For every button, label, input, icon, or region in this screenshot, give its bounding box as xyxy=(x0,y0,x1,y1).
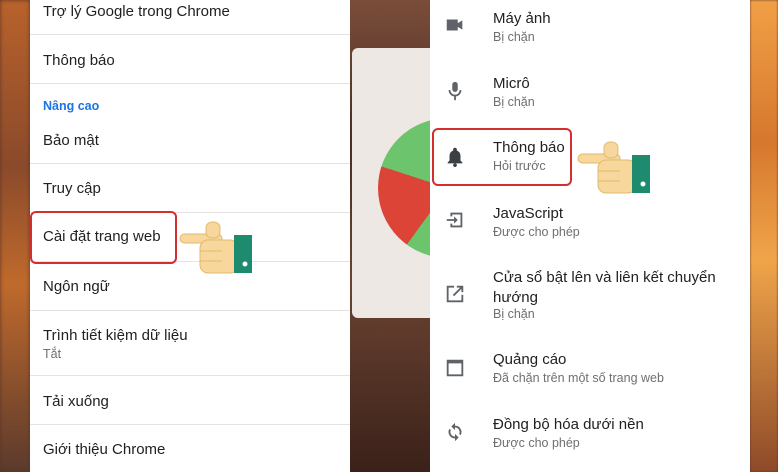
site-setting-label: Máy ảnh xyxy=(493,10,551,27)
site-settings-panel: Máy ảnh Bị chặn Micrô Bị chặn Thông báo … xyxy=(430,0,750,472)
pointing-hand-icon xyxy=(577,141,650,194)
camera-icon xyxy=(446,19,463,31)
settings-item-label: Tải xuống xyxy=(43,393,109,410)
site-setting-label: Micrô xyxy=(493,75,530,92)
settings-item-data-saver[interactable]: Trình tiết kiệm dữ liệu Tắt xyxy=(30,311,350,375)
site-setting-status: Bị chặn xyxy=(493,30,535,44)
section-header-advanced: Nâng cao xyxy=(43,99,100,113)
settings-item-label: Bảo mật xyxy=(43,132,99,149)
settings-item-status: Tắt xyxy=(43,347,62,361)
site-setting-background-sync[interactable]: Đồng bộ hóa dưới nền Được cho phép xyxy=(430,402,750,464)
highlight-site-settings xyxy=(30,211,177,264)
pointing-hand-icon xyxy=(179,221,252,274)
site-setting-status: Bị chặn xyxy=(493,307,535,321)
sync-icon xyxy=(448,422,462,442)
settings-item-label: Giới thiệu Chrome xyxy=(43,441,166,458)
divider xyxy=(30,83,350,84)
settings-item-notifications[interactable]: Thông báo xyxy=(30,35,350,83)
site-setting-label: Quảng cáo xyxy=(493,351,567,368)
settings-item-label: Thông báo xyxy=(43,52,115,69)
site-setting-status: Được cho phép xyxy=(493,436,580,450)
settings-item-label: Trình tiết kiệm dữ liệu xyxy=(43,327,188,344)
site-setting-status: Được cho phép xyxy=(493,225,580,239)
settings-item-security[interactable]: Bảo mật xyxy=(30,118,350,163)
site-setting-status: Đã chặn trên một số trang web xyxy=(493,371,664,385)
javascript-icon xyxy=(446,212,463,228)
settings-item-about-chrome[interactable]: Giới thiệu Chrome xyxy=(30,425,350,472)
highlight-notifications-setting xyxy=(432,128,572,186)
site-setting-javascript[interactable]: JavaScript Được cho phép xyxy=(430,192,750,254)
site-setting-label: JavaScript xyxy=(493,205,564,222)
site-setting-label: Đồng bộ hóa dưới nền xyxy=(493,416,644,433)
settings-item-label: Truy cập xyxy=(43,180,101,197)
settings-item-accessibility[interactable]: Truy cập xyxy=(30,164,350,212)
site-setting-microphone[interactable]: Micrô Bị chặn xyxy=(430,62,750,124)
settings-item-downloads[interactable]: Tải xuống xyxy=(30,376,350,424)
site-setting-camera[interactable]: Máy ảnh Bị chặn xyxy=(430,0,750,62)
site-setting-label: Cửa sổ bật lên và liên kết chuyển hướng xyxy=(493,269,716,306)
ads-window-icon xyxy=(446,359,464,377)
settings-item-label: Ngôn ngữ xyxy=(43,278,110,295)
site-setting-status: Bị chặn xyxy=(493,95,535,109)
settings-item-label: Trợ lý Google trong Chrome xyxy=(43,3,230,20)
settings-item-google-assistant[interactable]: Trợ lý Google trong Chrome xyxy=(30,0,350,34)
site-setting-popups-redirects[interactable]: Cửa sổ bật lên và liên kết chuyển hướng … xyxy=(430,258,750,336)
popup-redirect-icon xyxy=(446,285,464,303)
microphone-icon xyxy=(448,81,462,101)
site-setting-ads[interactable]: Quảng cáo Đã chặn trên một số trang web xyxy=(430,336,750,398)
